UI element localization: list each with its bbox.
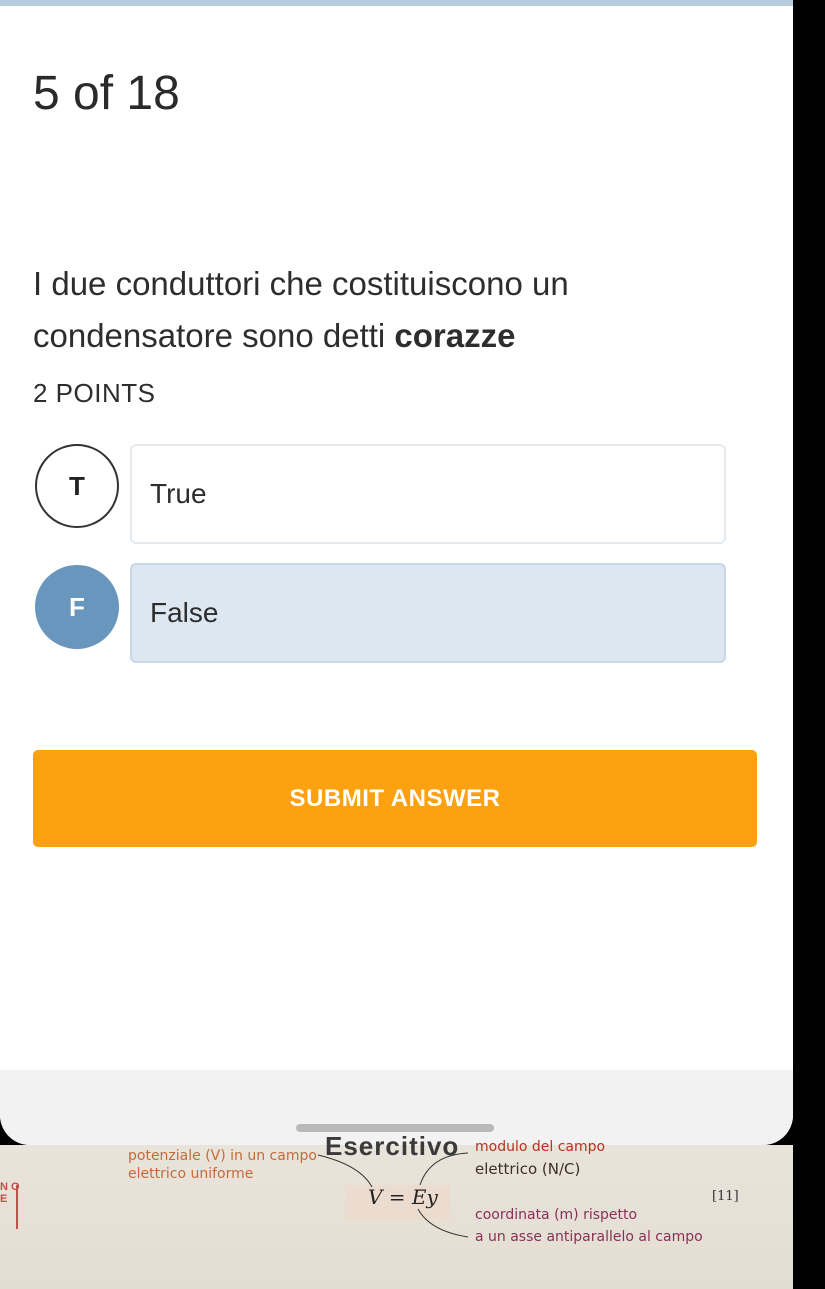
option-false[interactable]: False bbox=[130, 563, 726, 663]
quiz-sheet: 5 of 18 I due conduttori che costituisco… bbox=[0, 0, 793, 1145]
option-true-letter[interactable]: T bbox=[35, 444, 119, 528]
question-text: I due conduttori che costituiscono un co… bbox=[33, 258, 733, 362]
option-false-label: False bbox=[150, 597, 219, 628]
option-true-label: True bbox=[150, 478, 207, 509]
submit-answer-button[interactable]: SUBMIT ANSWER bbox=[33, 750, 757, 847]
background-photo: Esercitivo potenziale (V) in un campo el… bbox=[0, 1131, 793, 1289]
option-true[interactable]: True bbox=[130, 444, 726, 544]
annotation-lines bbox=[317, 1152, 469, 1238]
progress-bar bbox=[0, 0, 793, 6]
question-counter: 5 of 18 bbox=[33, 67, 180, 120]
option-false-letter[interactable]: F bbox=[35, 565, 119, 649]
points-label: 2 POINTS bbox=[33, 378, 156, 408]
question-emphasis: corazze bbox=[394, 317, 516, 354]
